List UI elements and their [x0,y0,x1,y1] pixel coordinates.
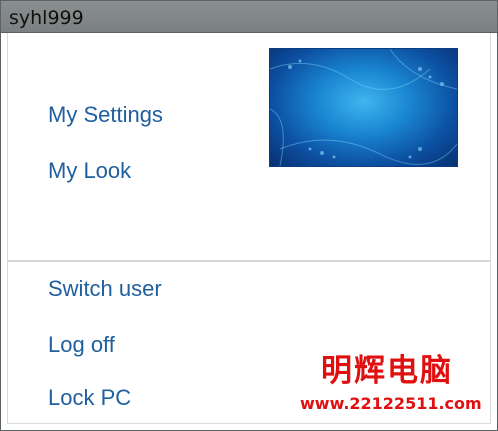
lock-pc-link[interactable]: Lock PC [48,384,131,412]
title-bar: syhl999 [1,1,497,33]
my-look-link[interactable]: My Look [48,157,131,185]
log-off-link[interactable]: Log off [48,331,115,359]
switch-user-link[interactable]: Switch user [48,275,162,303]
watermark-url: www.22122511.com [300,394,482,413]
watermark-brand-text: 明辉电脑 [321,353,453,389]
my-settings-link[interactable]: My Settings [48,101,163,129]
user-picture-icon[interactable] [270,49,457,166]
user-menu-window: syhl999 My Settings My Look Switch user … [0,0,498,431]
user-name-title: syhl999 [9,7,84,29]
menu-divider [7,260,491,262]
